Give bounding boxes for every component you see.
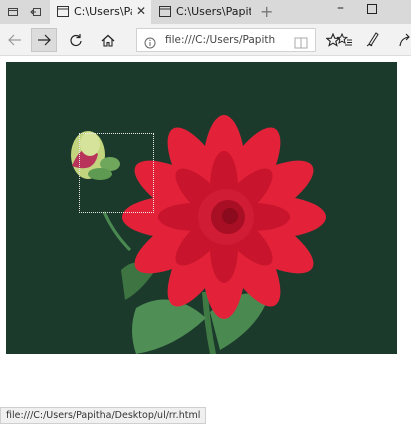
- forward-icon[interactable]: [31, 28, 57, 52]
- dahlia-photo[interactable]: [6, 62, 397, 354]
- back-icon[interactable]: [2, 28, 28, 52]
- address-input[interactable]: file:///C:/Users/Papith: [165, 34, 287, 46]
- tab-inactive[interactable]: C:\Users\Papith: [152, 0, 254, 24]
- status-bar: file:///C:/Users/Papitha/Desktop/ul/rr.h…: [0, 407, 207, 424]
- address-bar[interactable]: file:///C:/Users/Papith: [136, 28, 316, 52]
- close-icon[interactable]: ✕: [136, 4, 146, 18]
- favorites-hub-icon[interactable]: [335, 32, 353, 51]
- tab-manager-icon[interactable]: [4, 3, 22, 21]
- tab-title: C:\Users\Papi: [74, 5, 132, 18]
- page-icon: [159, 6, 171, 20]
- share-icon[interactable]: [399, 32, 411, 51]
- maximize-icon[interactable]: [367, 3, 377, 17]
- refresh-icon[interactable]: [63, 28, 89, 52]
- navigation-toolbar: file:///C:/Users/Papith: [0, 24, 411, 56]
- web-note-pen-icon[interactable]: [366, 31, 380, 51]
- new-tab-icon[interactable]: +: [260, 2, 273, 21]
- info-icon[interactable]: [144, 34, 156, 53]
- tab-title: C:\Users\Papith: [176, 5, 251, 18]
- page-icon: [57, 6, 69, 20]
- home-icon[interactable]: [95, 28, 121, 52]
- minimize-icon[interactable]: –: [337, 0, 344, 16]
- focus-rectangle: [79, 133, 154, 213]
- tab-strip: C:\Users\Papi ✕ C:\Users\Papith + –: [0, 0, 411, 24]
- reading-view-icon[interactable]: [294, 34, 308, 53]
- set-aside-tabs-icon[interactable]: [27, 3, 45, 21]
- page-viewport: [0, 56, 411, 424]
- tab-active[interactable]: C:\Users\Papi ✕: [50, 0, 151, 24]
